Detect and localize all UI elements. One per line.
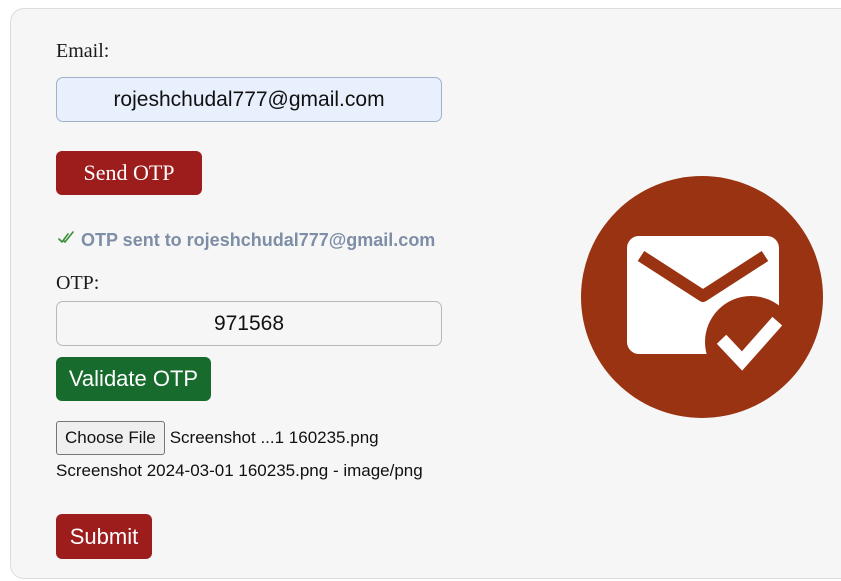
- file-picker: Choose File Screenshot ...1 160235.png: [56, 421, 379, 455]
- validate-otp-button[interactable]: Validate OTP: [56, 357, 211, 401]
- chosen-file-name: Screenshot ...1 160235.png: [169, 428, 379, 447]
- email-input[interactable]: [56, 77, 442, 122]
- otp-input[interactable]: [56, 301, 442, 346]
- otp-status-message: OTP sent to rojeshchudal777@gmail.com: [58, 230, 435, 251]
- choose-file-button[interactable]: Choose File: [56, 421, 165, 455]
- submit-button[interactable]: Submit: [56, 514, 152, 559]
- otp-status-text: OTP sent to rojeshchudal777@gmail.com: [81, 230, 436, 250]
- send-otp-button[interactable]: Send OTP: [56, 151, 202, 195]
- otp-label: OTP:: [56, 272, 100, 294]
- email-label: Email:: [56, 40, 110, 62]
- double-check-icon: [58, 231, 78, 250]
- file-info-text: Screenshot 2024-03-01 160235.png - image…: [56, 461, 423, 480]
- mail-verified-icon: [581, 176, 823, 418]
